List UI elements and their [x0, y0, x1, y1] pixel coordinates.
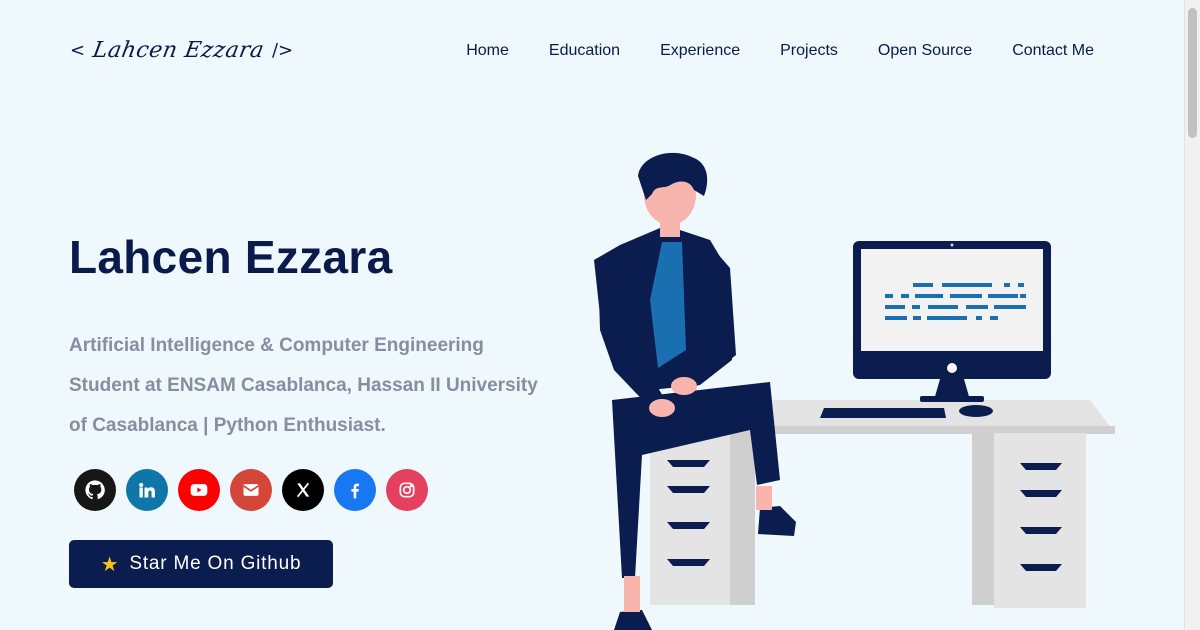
- hero-subtitle: Artificial Intelligence & Computer Engin…: [69, 335, 538, 436]
- logo-open-bracket: <: [70, 39, 86, 61]
- x-link[interactable]: [282, 469, 324, 511]
- nav-contact-me[interactable]: Contact Me: [992, 40, 1094, 62]
- nav-projects[interactable]: Projects: [760, 40, 858, 62]
- hero-title: Lahcen Ezzara: [69, 231, 393, 283]
- site-logo[interactable]: < Lahcen Ezzara />: [70, 30, 293, 70]
- nav-open-source[interactable]: Open Source: [858, 40, 992, 62]
- star-on-github-button[interactable]: ★ Star Me On Github: [69, 540, 333, 588]
- star-button-label: Star Me On Github: [129, 553, 302, 574]
- facebook-link[interactable]: [334, 469, 376, 511]
- portfolio-page: < Lahcen Ezzara /> Home Education Experi…: [0, 0, 1184, 630]
- main-nav: Home Education Experience Projects Open …: [446, 40, 1094, 62]
- instagram-link[interactable]: [386, 469, 428, 511]
- x-icon: [296, 482, 310, 498]
- github-icon: [85, 480, 105, 500]
- facebook-icon: [351, 483, 359, 499]
- nav-education[interactable]: Education: [529, 40, 640, 62]
- star-icon: ★: [100, 553, 120, 576]
- developer-desk-illustration: [594, 152, 1115, 630]
- email-icon: [243, 484, 259, 496]
- nav-experience[interactable]: Experience: [640, 40, 760, 62]
- logo-close-bracket: />: [271, 39, 294, 61]
- email-link[interactable]: [230, 469, 272, 511]
- youtube-link[interactable]: [178, 469, 220, 511]
- logo-signature: Lahcen Ezzara: [90, 37, 267, 63]
- social-links: [74, 469, 428, 511]
- instagram-icon: [399, 482, 415, 498]
- linkedin-link[interactable]: [126, 469, 168, 511]
- nav-home[interactable]: Home: [446, 40, 529, 62]
- github-link[interactable]: [74, 469, 116, 511]
- scrollbar-thumb[interactable]: [1188, 8, 1197, 138]
- linkedin-icon: [139, 482, 155, 498]
- youtube-icon: [190, 484, 208, 496]
- page-scrollbar[interactable]: [1184, 0, 1200, 630]
